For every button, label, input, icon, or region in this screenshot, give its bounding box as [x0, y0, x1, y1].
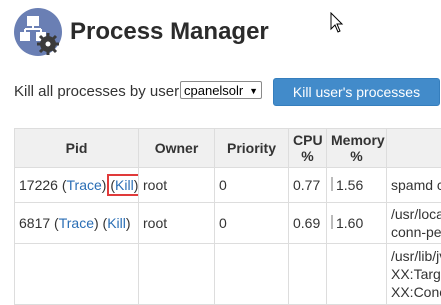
kill-link-highlight: (Kill)	[110, 177, 138, 193]
process-table: Pid Owner Priority CPU% Memory% 17226 (T…	[14, 128, 441, 305]
memory-cell	[327, 244, 387, 305]
column-header-command	[387, 129, 441, 168]
column-header-owner[interactable]: Owner	[139, 129, 215, 168]
kill-by-user-form: Kill all processes by user: cpanelsolr ▼…	[14, 78, 441, 106]
cpu-header-text: CPU	[293, 132, 323, 148]
command-line: spamd ch	[391, 177, 441, 193]
pid-cell	[15, 244, 139, 305]
cpu-header-unit: %	[301, 148, 313, 164]
memory-cell: 1.56	[327, 168, 387, 203]
memory-bar	[331, 215, 333, 229]
page-header: Process Manager	[14, 8, 434, 60]
memory-value: 1.56	[336, 177, 363, 193]
command-line: XX:ConcG	[391, 284, 441, 300]
memory-header-text: Memory	[331, 132, 385, 148]
memory-value: 1.60	[336, 215, 363, 231]
priority-cell: 0	[215, 168, 289, 203]
pid-cell: 6817 (Trace) (Kill)	[15, 203, 139, 244]
kill-users-processes-button[interactable]: Kill user's processes	[273, 78, 440, 106]
priority-cell: 0	[215, 203, 289, 244]
priority-cell	[215, 244, 289, 305]
owner-cell: root	[139, 168, 215, 203]
dropdown-arrow-icon: ▼	[249, 82, 258, 100]
command-line: /usr/local	[391, 206, 441, 222]
trace-link[interactable]: Trace	[67, 177, 102, 193]
table-row: 6817 (Trace) (Kill) root 0 0.69 1.60 /us…	[15, 203, 441, 244]
kill-link[interactable]: Kill	[115, 177, 134, 193]
pid-value: 6817	[19, 215, 50, 231]
cpu-cell: 0.69	[289, 203, 327, 244]
cpu-cell	[289, 244, 327, 305]
command-line: XX:Target	[391, 266, 441, 282]
memory-cell: 1.60	[327, 203, 387, 244]
command-line: /usr/lib/jv	[391, 248, 441, 264]
trace-link[interactable]: Trace	[59, 215, 94, 231]
column-header-cpu[interactable]: CPU%	[289, 129, 327, 168]
pid-value: 17226	[19, 177, 58, 193]
cpu-cell: 0.77	[289, 168, 327, 203]
owner-cell	[139, 244, 215, 305]
table-header-row: Pid Owner Priority CPU% Memory%	[15, 129, 441, 168]
table-row: 17226 (Trace) (Kill) root 0 0.77 1.56 sp…	[15, 168, 441, 203]
command-cell: spamd ch	[387, 168, 441, 203]
table-row: /usr/lib/jv XX:Target XX:ConcG	[15, 244, 441, 305]
command-cell: /usr/lib/jv XX:Target XX:ConcG	[387, 244, 441, 305]
command-cell: /usr/local conn-per-	[387, 203, 441, 244]
kill-by-user-label: Kill all processes by user:	[14, 83, 183, 100]
user-select-value: cpanelsolr	[184, 83, 243, 98]
user-select[interactable]: cpanelsolr ▼	[180, 81, 262, 99]
process-gear-icon	[14, 8, 62, 56]
command-line: conn-per-	[391, 224, 441, 240]
column-header-memory[interactable]: Memory%	[327, 129, 387, 168]
column-header-pid[interactable]: Pid	[15, 129, 139, 168]
kill-link[interactable]: Kill	[107, 215, 126, 231]
mouse-cursor-icon	[330, 12, 344, 39]
pid-cell: 17226 (Trace) (Kill)	[15, 168, 139, 203]
page-title: Process Manager	[70, 18, 269, 46]
owner-cell: root	[139, 203, 215, 244]
memory-bar	[331, 177, 333, 191]
memory-header-unit: %	[350, 148, 362, 164]
column-header-priority[interactable]: Priority	[215, 129, 289, 168]
